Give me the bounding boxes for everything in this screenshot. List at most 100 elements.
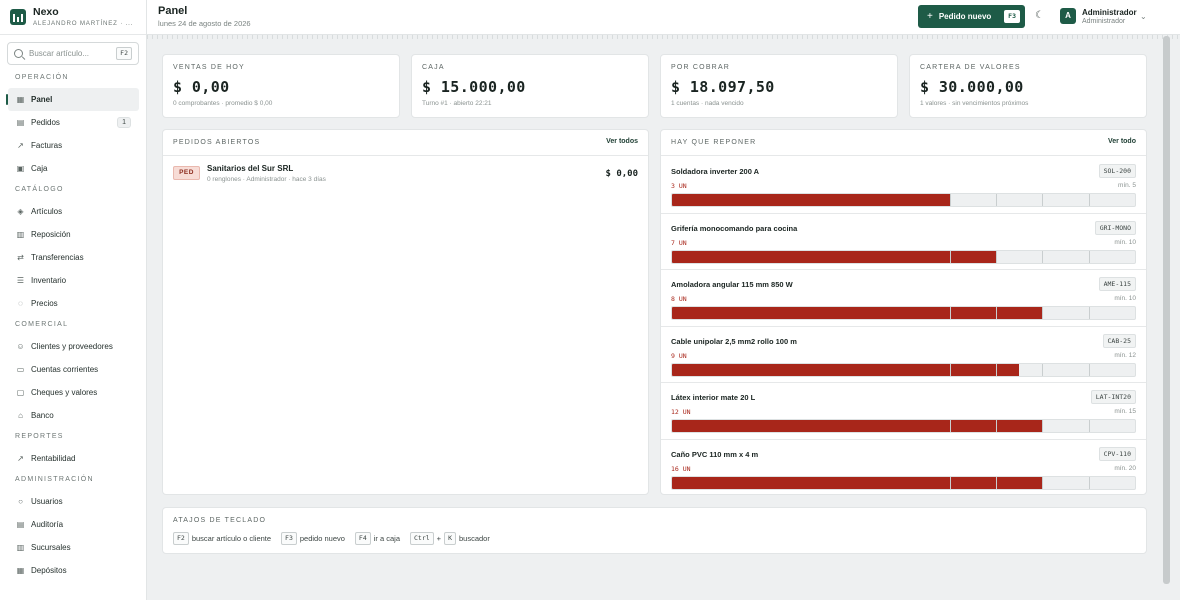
sidebar-item-cheques-y-valores[interactable]: ▢ Cheques y valores: [0, 381, 146, 404]
sidebar-item-label: Cuentas corrientes: [31, 365, 99, 374]
grid-icon: ▦: [16, 95, 25, 104]
sidebar-section-title: Comercial: [15, 321, 69, 328]
view-all-restock-link[interactable]: Ver todo: [1108, 138, 1136, 145]
sidebar-section-title: Administración: [15, 476, 94, 483]
stock-level-bar: [671, 193, 1136, 207]
sidebar-item-rentabilidad[interactable]: ↗ Rentabilidad: [0, 447, 146, 470]
stock-quantity: 8 UN: [671, 295, 687, 303]
kpi-value: $ 15.000,00: [422, 78, 526, 96]
sidebar-item-caja[interactable]: ▣ Caja: [0, 157, 146, 180]
sidebar-item-label: Inventario: [31, 276, 67, 285]
sidebar-item-depósitos[interactable]: ▦ Depósitos: [0, 559, 146, 582]
sidebar-item-sucursales[interactable]: ▥ Sucursales: [0, 536, 146, 559]
restock-row[interactable]: Látex interior mate 20 L LAT-INT20 12 UN mí…: [661, 383, 1146, 440]
shortcuts-title: Atajos de teclado: [173, 517, 267, 524]
kpi-value: $ 0,00: [173, 78, 230, 96]
new-order-button[interactable]: + Pedido nuevo F3: [918, 5, 1025, 28]
minimum-stock: mín. 10: [1114, 295, 1136, 302]
sidebar-item-cuentas-corrientes[interactable]: ▭ Cuentas corrientes: [0, 358, 146, 381]
list-icon: ☰: [16, 276, 25, 285]
bar-tick: [1088, 307, 1090, 319]
kpi-sub: 0 comprobantes · promedio $ 0,00: [173, 100, 273, 107]
arrows-icon: ⇄: [17, 253, 24, 262]
stock-level-bar: [671, 419, 1136, 433]
stock-level-fill: [672, 307, 1043, 319]
sidebar-item-reposición[interactable]: ▥ Reposición: [0, 223, 146, 246]
brand-user: ALEJANDRO MARTÍNEZ · ...: [33, 20, 134, 27]
bar-tick: [1042, 194, 1044, 206]
stock-quantity: 9 UN: [671, 351, 687, 360]
cube-icon: ◈: [17, 207, 24, 216]
logo-icon: [10, 9, 26, 25]
shortcut-key: F3: [281, 532, 297, 545]
check-icon: ▢: [16, 388, 25, 397]
minimum-stock: mín. 12: [1114, 351, 1136, 359]
shortcut-label: buscador: [458, 534, 490, 543]
sidebar-item-transferencias[interactable]: ⇄ Transferencias: [0, 246, 146, 269]
stock-level-bar: [671, 362, 1136, 377]
panel-header: Pedidos abiertos Ver todos: [163, 130, 648, 156]
order-meta: 0 renglones · Administrador · hace 3 día…: [207, 176, 326, 183]
moon-icon[interactable]: ☾: [1035, 11, 1045, 21]
restock-row[interactable]: Grifería monocomando para cocina GRI-MONO…: [661, 214, 1146, 270]
product-code: SOL-200: [1098, 164, 1136, 178]
shortcut-key: F4: [354, 532, 371, 545]
bar-tick: [1088, 420, 1090, 432]
sidebar-item-label: Depósitos: [31, 566, 67, 575]
minimum-stock: mín. 10: [1114, 238, 1136, 246]
bar-tick: [996, 363, 998, 376]
stock-level-bar: [671, 306, 1136, 320]
product-name: Amoladora angular 115 mm 850 W: [671, 280, 793, 289]
kpi-sub: Turno #1 · abierto 22:21: [422, 100, 492, 107]
avatar[interactable]: A: [1060, 8, 1076, 24]
kpi-label: Por cobrar: [671, 64, 731, 71]
scrollbar[interactable]: [1163, 36, 1170, 584]
sidebar-item-panel[interactable]: ▦ Panel: [6, 88, 139, 111]
kpi-value: $ 30.000,00: [920, 78, 1024, 96]
kpi-card-portfolio: Cartera de valores $ 30.000,00 1 valores…: [909, 54, 1147, 118]
user-name[interactable]: Administrador: [1082, 8, 1137, 17]
sidebar-item-banco[interactable]: ⌂ Banco: [0, 404, 146, 427]
kpi-value: $ 18.097,50: [671, 78, 775, 96]
bar-tick: [1042, 420, 1044, 432]
restock-row[interactable]: Soldadora inverter 200 A SOL-200 3 UN mín. …: [661, 157, 1146, 214]
sidebar-item-label: Artículos: [31, 207, 63, 216]
trend-icon: ↗: [17, 454, 24, 463]
kpi-label: Cartera de valores: [920, 64, 1021, 71]
chevron-down-icon[interactable]: ⌄: [1140, 12, 1147, 21]
shortcut-label: ir a caja: [373, 534, 401, 543]
sidebar-item-pedidos[interactable]: ▤ Pedidos 1: [0, 111, 146, 134]
sidebar-item-auditoría[interactable]: ▤ Auditoría: [0, 513, 146, 536]
restock-row[interactable]: Cable unipolar 2,5 mm2 rollo 100 m CAB-25…: [661, 327, 1146, 383]
bar-tick: [996, 250, 998, 263]
search-input[interactable]: Buscar artículo... F2: [7, 42, 139, 65]
box-icon: ▣: [16, 164, 25, 173]
bar-tick: [1088, 250, 1090, 263]
order-row[interactable]: PED Sanitarios del Sur SRL 0 renglones ·…: [173, 164, 638, 188]
sidebar-item-precios[interactable]: ◌ Precios: [0, 292, 146, 315]
sidebar-item-artículos[interactable]: ◈ Artículos: [0, 200, 146, 223]
sidebar-item-label: Facturas: [31, 141, 63, 150]
panel-header: Hay que reponer Ver todo: [661, 130, 1146, 156]
stock-quantity: 16 UN: [671, 464, 691, 473]
panel-title: Pedidos abiertos: [173, 139, 261, 146]
view-all-orders-link[interactable]: Ver todos: [606, 138, 638, 145]
kpi-card-cash: Caja $ 15.000,00 Turno #1 · abierto 22:2…: [411, 54, 649, 118]
sidebar-item-facturas[interactable]: ↗ Facturas: [0, 134, 146, 157]
sidebar-item-clientes-y-proveedores[interactable]: ☺ Clientes y proveedores: [0, 335, 146, 358]
sidebar-item-inventario[interactable]: ☰ Inventario: [0, 269, 146, 292]
restock-row[interactable]: Amoladora angular 115 mm 850 W AME-115 8 U…: [661, 270, 1146, 327]
search-shortcut-key: F2: [116, 47, 132, 60]
minimum-stock: mín. 20: [1114, 464, 1136, 472]
bar-tick: [1042, 307, 1044, 319]
kpi-sub: 1 valores · sin vencimientos próximos: [920, 100, 1029, 107]
bar-tick: [996, 194, 998, 206]
brand[interactable]: Nexo ALEJANDRO MARTÍNEZ · ...: [0, 0, 146, 35]
bar-tick: [949, 250, 951, 263]
kpi-sub: 1 cuentas · nada vencido: [671, 100, 744, 107]
sidebar-item-usuarios[interactable]: ○ Usuarios: [0, 490, 146, 513]
user-icon: ○: [18, 497, 23, 506]
sidebar-item-label: Sucursales: [31, 543, 71, 552]
stock-level-fill: [672, 250, 997, 263]
restock-row[interactable]: Caño PVC 110 mm x 4 m CPV-110 16 UN mín. 20: [661, 440, 1146, 497]
